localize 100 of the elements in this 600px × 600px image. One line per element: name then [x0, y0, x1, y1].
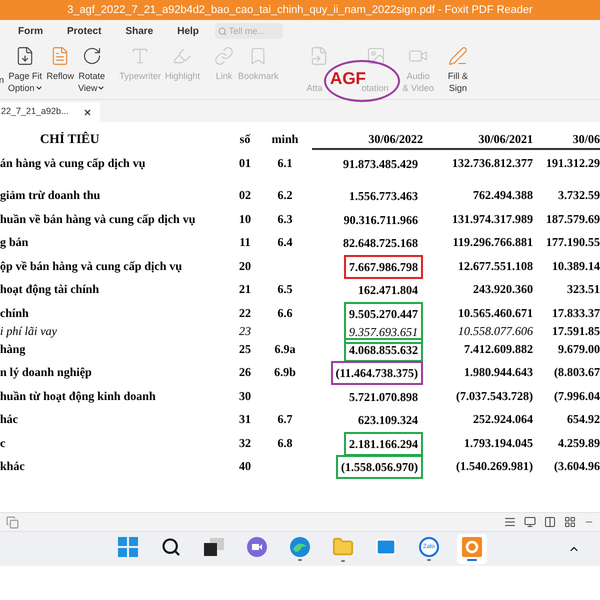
- table-cell-text: 191.312.29: [546, 155, 600, 172]
- table-cell-text: 1.980.944.643: [464, 364, 533, 381]
- table-cell-text: hoạt động tài chính: [0, 281, 100, 298]
- table-cell-text: 162.471.804: [358, 282, 418, 299]
- table-cell-text: 22: [239, 304, 251, 322]
- table-cell-text: 243.920.360: [473, 281, 533, 298]
- annotation-label: AGF: [330, 70, 366, 86]
- continuous-icon[interactable]: [524, 516, 536, 528]
- browser-icon: [290, 537, 310, 557]
- rotate-icon: [82, 46, 102, 66]
- column-header: 30/06/2022: [367, 131, 423, 148]
- task-view-icon: [204, 538, 224, 556]
- ribbon-button[interactable]: Page Fit Option: [6, 46, 45, 94]
- ribbon-button[interactable]: Rotate View: [76, 46, 108, 94]
- table-cell-text: 4.259.89: [558, 434, 600, 452]
- table-cell-text: 9.505.270.447: [349, 306, 418, 322]
- table-cell-text: 6.6: [278, 304, 292, 322]
- table-cell-text: 30: [239, 388, 251, 404]
- menu-item[interactable]: Share: [125, 24, 154, 38]
- table-cell-text: 23: [239, 322, 251, 340]
- table-cell-text: huần từ hoạt động kinh doanh: [0, 388, 157, 404]
- windows-logo-icon: [118, 537, 138, 557]
- table-cell-text: 252.924.064: [473, 411, 533, 428]
- table-cell-text: 6.7: [278, 411, 292, 428]
- table-cell-text: (1.540.269.981): [456, 458, 533, 475]
- table-cell-text: 323.51: [567, 281, 600, 298]
- table-cell-text: 3.732.59: [558, 187, 600, 204]
- table-cell-text: 6.5: [278, 281, 292, 298]
- menu-item[interactable]: Protect: [67, 24, 102, 38]
- ribbon-button[interactable]: Reflow: [44, 46, 76, 82]
- foxit-icon: [462, 537, 482, 557]
- menu-item[interactable]: Help: [177, 24, 199, 38]
- table-cell-text: 17.833.37: [552, 304, 600, 322]
- table-cell-text: 2.181.166.294: [349, 436, 418, 452]
- menu-item[interactable]: Form: [18, 24, 43, 38]
- table-cell-text: 187.579.69: [546, 210, 600, 228]
- table-cell-text: 9.679.00: [558, 340, 600, 358]
- table-cell-text: 11: [239, 234, 251, 251]
- table-cell-text: (3.604.96: [554, 458, 600, 475]
- table-cell-text: 12.677.551.108: [458, 258, 533, 274]
- table-cell-text: g bán: [0, 234, 30, 251]
- caret-icon: [34, 84, 43, 92]
- search-icon: [161, 537, 181, 557]
- table-cell-text: chính: [0, 304, 30, 322]
- table-cell-text: 762.494.388: [473, 187, 533, 204]
- single-page-icon[interactable]: [504, 516, 516, 528]
- table-cell-text: huần về bán hàng và cung cấp dịch vụ: [0, 210, 196, 228]
- video-chat-icon: [247, 537, 267, 557]
- facing-icon[interactable]: [544, 516, 556, 528]
- table-cell-text: 1.793.194.045: [464, 434, 533, 452]
- table-cell-text: 6.8: [278, 434, 292, 452]
- table-cell-text: 21: [239, 281, 251, 298]
- table-cell-text: n lý doanh nghiệp: [0, 364, 93, 381]
- table-cell-text: 1.556.773.463: [349, 188, 418, 205]
- continuous-facing-icon[interactable]: [564, 516, 576, 528]
- table-cell-text: 6.9a: [274, 340, 296, 358]
- table-cell-text: 6.9b: [274, 364, 296, 381]
- table-cell-text: 10: [239, 210, 251, 228]
- table-cell-text: 82.648.725.168: [343, 235, 418, 252]
- table-cell-text: 7.412.609.882: [464, 340, 533, 358]
- document-tab[interactable]: 22_7_21_a92b...: [0, 102, 100, 122]
- column-header: minh: [270, 131, 300, 148]
- highlight-icon: [172, 46, 192, 66]
- column-header: 30/06/2021: [477, 131, 533, 148]
- table-cell-text: 26: [239, 364, 251, 381]
- table-cell-text: 132.736.812.377: [452, 155, 533, 172]
- search-field[interactable]: Tell me...: [214, 23, 283, 39]
- column-header: 30/06: [572, 131, 600, 148]
- table-cell-text: 20: [239, 258, 251, 274]
- image-icon: [366, 46, 386, 66]
- table-cell-text: c: [0, 434, 6, 452]
- table-cell-text: i phí lãi vay: [0, 322, 58, 340]
- search-icon: [218, 26, 227, 36]
- close-icon[interactable]: [82, 108, 92, 116]
- table-cell-text: 7.667.986.798: [349, 258, 418, 276]
- table-cell-text: 17.591.85: [552, 322, 600, 340]
- table-cell-text: 9.357.693.651: [349, 324, 418, 340]
- table-cell-text: hàng: [0, 340, 26, 358]
- table-cell-text: án hàng và cung cấp dịch vụ: [0, 155, 146, 172]
- copy-icon[interactable]: [6, 516, 19, 528]
- table-cell-text: 01: [239, 155, 251, 172]
- table-cell-text: 654.92: [567, 411, 600, 428]
- table-cell-text: (11.464.738.375): [336, 365, 418, 382]
- table-cell-text: 6.3: [278, 210, 292, 228]
- caret-icon: [97, 84, 106, 92]
- table-cell-text: 02: [239, 187, 251, 204]
- table-cell-text: 6.1: [278, 155, 292, 172]
- table-cell-text: 5.721.070.898: [349, 388, 418, 406]
- table-cell-text: khác: [0, 458, 26, 475]
- table-cell-text: 10.389.14: [552, 258, 600, 274]
- table-cell-text: 177.190.55: [546, 234, 600, 251]
- table-cell-text: (8.803.67: [554, 364, 600, 381]
- table-cell-text: hác: [0, 411, 19, 428]
- table-cell-text: 40: [239, 458, 251, 475]
- table-cell-text: (1.558.056.970): [341, 459, 418, 476]
- table-cell-text: 623.109.324: [358, 412, 418, 429]
- ribbon-button[interactable]: Fill & Sign: [446, 46, 470, 94]
- table-cell-text: 10.558.077.606: [458, 322, 533, 340]
- table-cell-text: 25: [239, 340, 251, 358]
- column-header: số: [238, 131, 252, 148]
